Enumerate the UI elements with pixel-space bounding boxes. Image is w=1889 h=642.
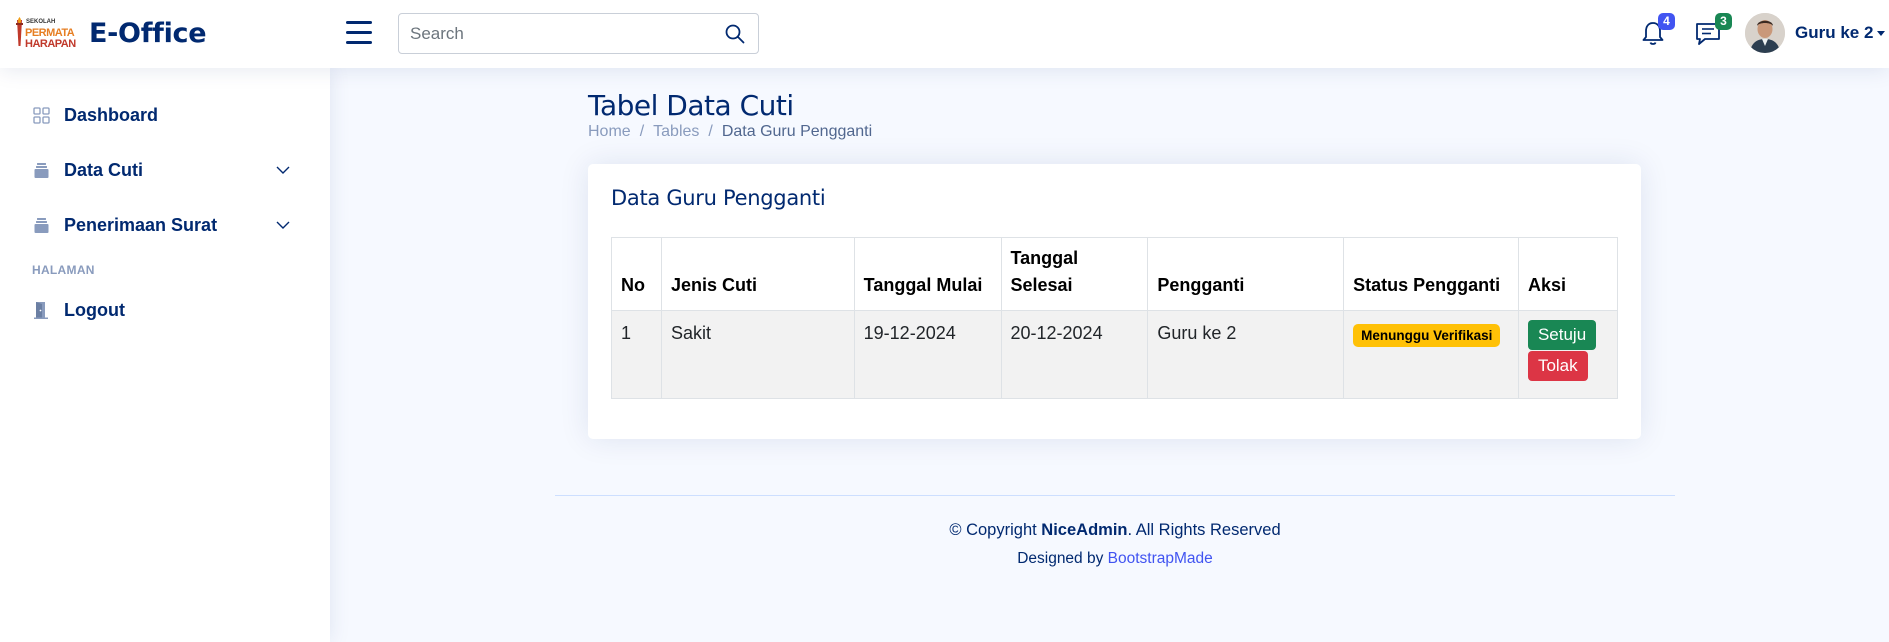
column-header: Tanggal Mulai — [853, 237, 1002, 311]
layers-icon — [32, 161, 50, 179]
designed-by-text: Designed by — [1017, 550, 1108, 567]
column-header: Tanggal Selesai — [1000, 237, 1149, 311]
chevron-down-icon — [276, 218, 290, 232]
page-title-block: Tabel Data Cuti — [588, 89, 794, 122]
cell-jenis-cuti: Sakit — [660, 310, 855, 399]
chevron-down-icon — [1877, 30, 1886, 36]
grid-icon — [32, 106, 50, 124]
layers-icon — [32, 216, 50, 234]
column-header: Pengganti — [1147, 237, 1345, 311]
data-card: Data Guru Pengganti No Jenis Cuti Tangga… — [588, 164, 1641, 439]
breadcrumb-current: Data Guru Pengganti — [721, 123, 873, 140]
sidebar: Dashboard Data Cuti Penerimaan Surat HAL… — [0, 68, 330, 642]
messages-button[interactable]: 3 — [1694, 13, 1732, 48]
footer-credits: Designed by BootstrapMade — [555, 550, 1675, 568]
sidebar-item-data-cuti[interactable]: Data Cuti — [22, 149, 304, 191]
cell-tanggal-mulai: 19-12-2024 — [853, 310, 1002, 399]
breadcrumb-separator: / — [639, 123, 645, 140]
toggle-sidebar-button[interactable] — [346, 21, 372, 45]
footer-copyright: © Copyright NiceAdmin. All Rights Reserv… — [555, 521, 1675, 540]
approve-button[interactable]: Setuju — [1527, 320, 1597, 350]
brand-logo[interactable]: SEKOLAH PERMATA HARAPAN E-Office — [14, 14, 207, 52]
cell-status: Menunggu Verifikasi — [1343, 310, 1519, 399]
user-name: Guru ke 2 — [1795, 23, 1874, 42]
table-row: 1 Sakit 19-12-2024 20-12-2024 Guru ke 2 … — [611, 310, 1619, 399]
designer-link[interactable]: BootstrapMade — [1108, 550, 1213, 567]
column-header: Status Pengganti — [1343, 237, 1519, 311]
footer-divider — [555, 495, 1675, 496]
search-icon[interactable] — [724, 23, 746, 45]
notifications-button[interactable]: 4 — [1640, 13, 1675, 48]
column-header: Jenis Cuti — [660, 237, 855, 311]
sidebar-item-label: Logout — [64, 299, 125, 320]
cell-tanggal-selesai: 20-12-2024 — [1000, 310, 1149, 399]
search-input[interactable] — [399, 14, 699, 53]
sidebar-item-logout[interactable]: Logout — [22, 289, 304, 331]
logo-top-text: SEKOLAH — [26, 19, 56, 25]
breadcrumb-separator: / — [708, 123, 713, 140]
notifications-badge: 4 — [1658, 13, 1675, 30]
sidebar-item-label: Penerimaan Surat — [64, 214, 218, 235]
chevron-down-icon — [276, 163, 290, 177]
card-title: Data Guru Pengganti — [611, 186, 826, 210]
table-header-row: No Jenis Cuti Tanggal Mulai Tanggal Sele… — [611, 237, 1619, 311]
messages-badge: 3 — [1715, 13, 1732, 30]
breadcrumb: Home / Tables / Data Guru Pengganti — [588, 123, 872, 141]
logo-bottom-text: HARAPAN — [25, 38, 76, 50]
school-logo-icon: SEKOLAH PERMATA HARAPAN — [14, 16, 81, 50]
copyright-suffix: . All Rights Reserved — [1127, 521, 1281, 539]
page-title: Tabel Data Cuti — [588, 89, 794, 122]
door-icon — [32, 301, 50, 319]
copyright-prefix: © Copyright — [949, 521, 1042, 539]
reject-button[interactable]: Tolak — [1527, 351, 1588, 381]
profile-dropdown[interactable]: Guru ke 2 — [1745, 13, 1886, 53]
sidebar-item-penerimaan-surat[interactable]: Penerimaan Surat — [22, 204, 304, 246]
breadcrumb-home[interactable]: Home — [588, 123, 631, 141]
cell-no: 1 — [611, 310, 662, 399]
leave-table: No Jenis Cuti Tanggal Mulai Tanggal Sele… — [611, 237, 1619, 399]
cell-pengganti: Guru ke 2 — [1147, 310, 1345, 399]
column-header: Aksi — [1517, 237, 1619, 311]
footer-brand: NiceAdmin — [1041, 521, 1128, 539]
breadcrumb-tables[interactable]: Tables — [653, 123, 699, 141]
sidebar-heading: HALAMAN — [32, 263, 95, 277]
sidebar-item-label: Dashboard — [64, 104, 159, 125]
sidebar-item-label: Data Cuti — [64, 159, 144, 180]
avatar — [1745, 13, 1785, 53]
search-bar — [398, 13, 759, 54]
column-header: No — [611, 237, 662, 311]
top-header: SEKOLAH PERMATA HARAPAN E-Office 4 3 — [0, 0, 1889, 68]
sidebar-item-dashboard[interactable]: Dashboard — [22, 94, 304, 136]
status-badge: Menunggu Verifikasi — [1353, 324, 1501, 347]
cell-aksi: Setuju Tolak — [1517, 310, 1619, 399]
brand-name: E-Office — [89, 17, 207, 49]
